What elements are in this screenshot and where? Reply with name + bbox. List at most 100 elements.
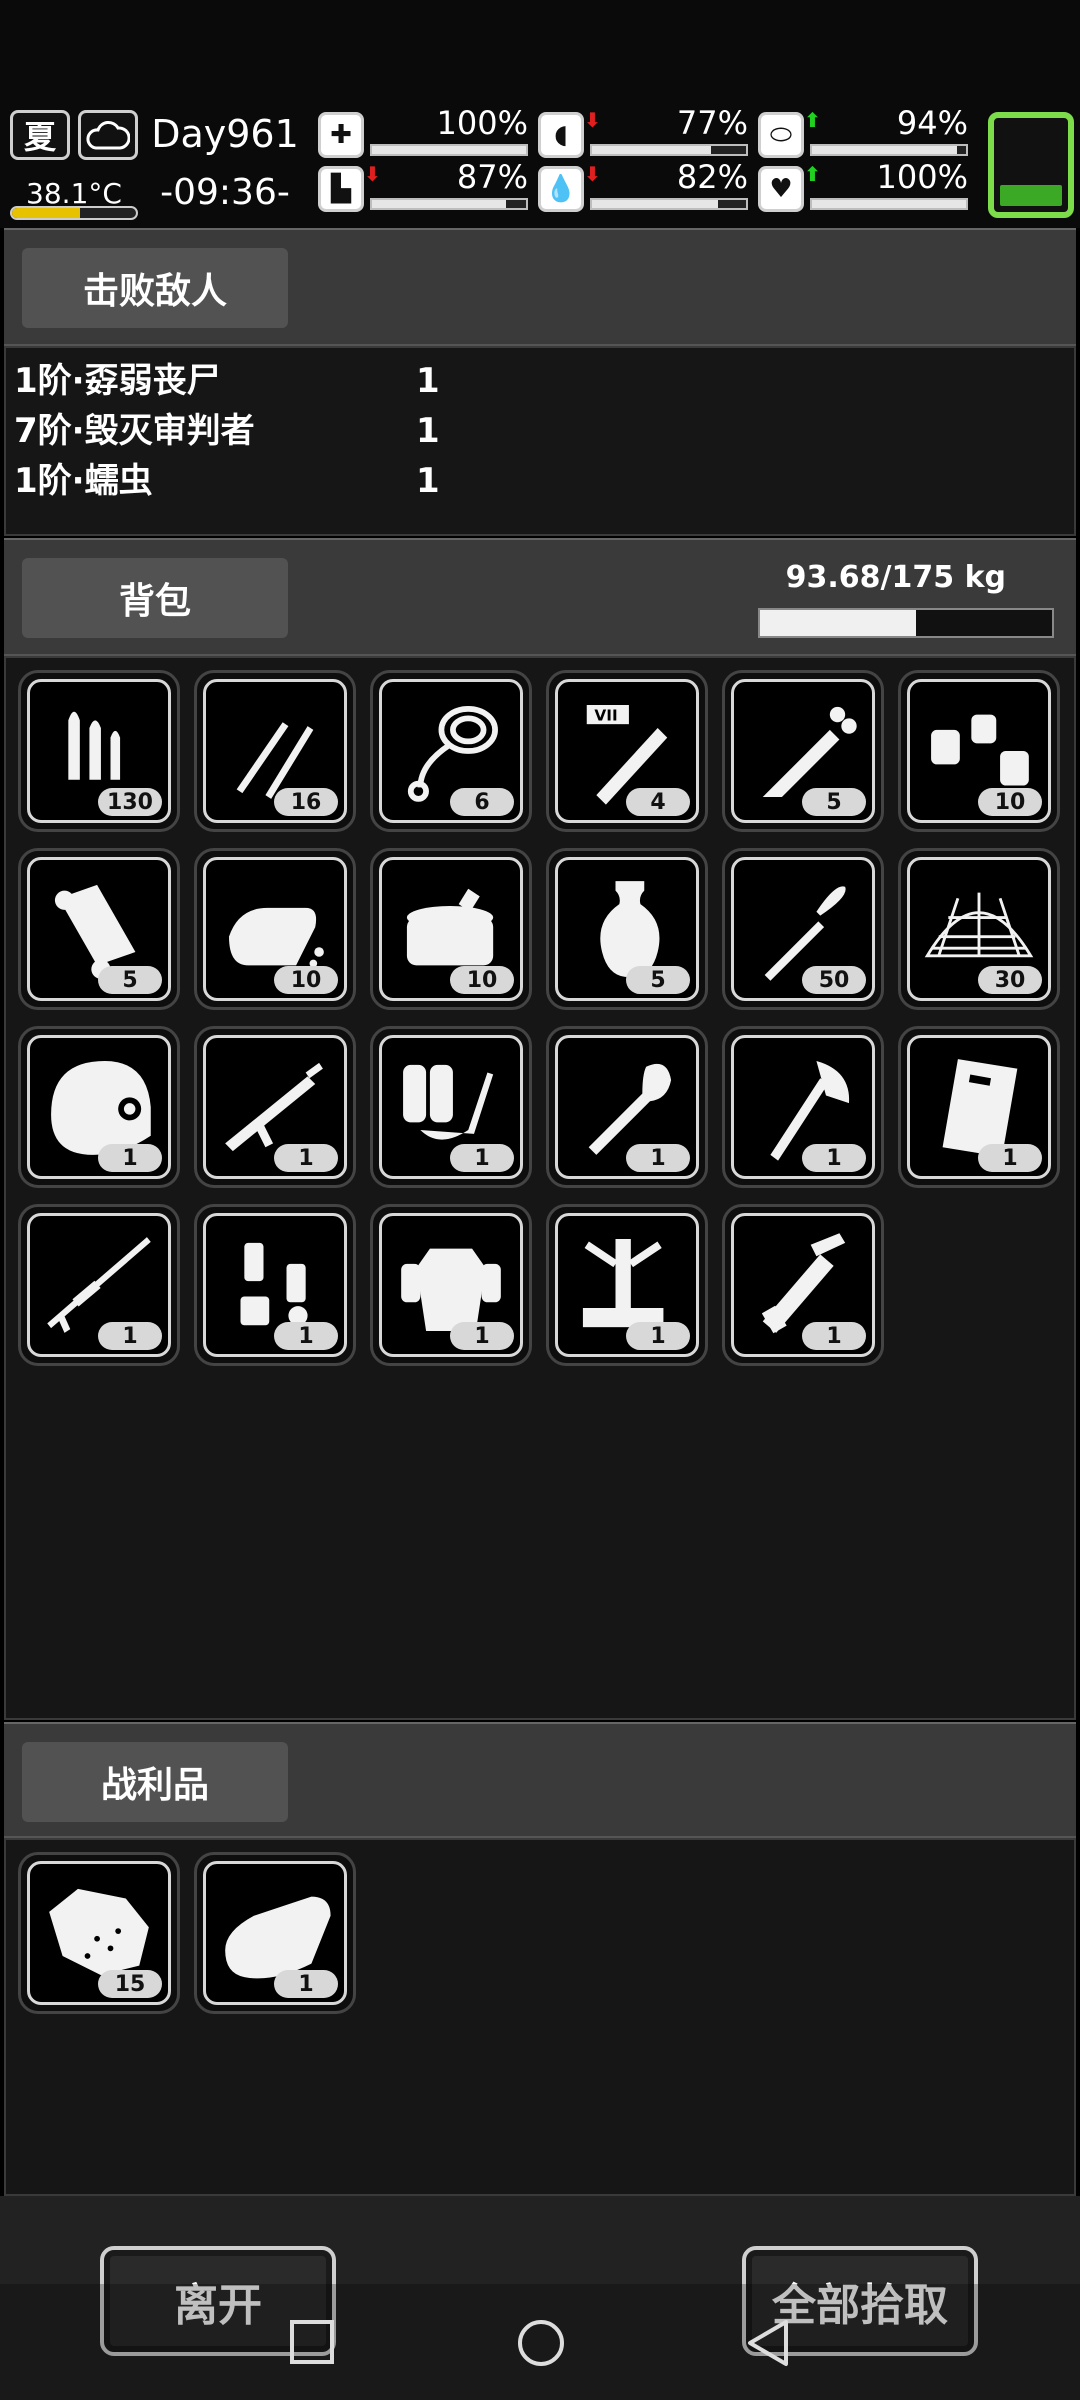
inventory-slot[interactable]: 30 <box>898 848 1060 1010</box>
enemies-tab[interactable]: 击败敌人 <box>22 248 288 328</box>
inventory-slot[interactable]: 1 <box>546 1026 708 1188</box>
season-badge: 夏 <box>10 110 70 160</box>
item-count-badge: 16 <box>274 788 338 816</box>
stat-bar-fill <box>372 200 506 208</box>
slot-frame: 1 <box>907 1035 1051 1179</box>
inventory-slot[interactable]: 10 <box>194 848 356 1010</box>
stat-mood: ♥ ⬆ 100% <box>758 158 968 214</box>
slot-frame: 1 <box>203 1213 347 1357</box>
cloud-icon <box>78 110 138 160</box>
inventory-slot[interactable]: 5 <box>722 670 884 832</box>
inventory-slot[interactable]: 130 <box>18 670 180 832</box>
inventory-slot[interactable]: 10 <box>370 848 532 1010</box>
slot-frame: 50 <box>731 857 875 1001</box>
inventory-slot[interactable]: 5 <box>18 848 180 1010</box>
item-count-badge: 1 <box>450 1322 514 1350</box>
slot-frame: 1 <box>731 1035 875 1179</box>
weight-bar <box>758 608 1054 638</box>
inventory-slot[interactable]: 1 <box>194 1852 356 2014</box>
stat-bar-fill <box>372 146 526 154</box>
arrow-down-icon: ⬇ <box>584 162 601 186</box>
stat-bar-fill <box>592 146 711 154</box>
backpack-section-header: 背包 <box>4 538 1076 656</box>
inventory-slot[interactable]: 1 <box>898 1026 1060 1188</box>
slot-frame: 6 <box>379 679 523 823</box>
inventory-slot[interactable]: 1 <box>546 1204 708 1366</box>
clock-time: -09:36- <box>160 172 290 213</box>
backpack-grid: 130 16 6 VII 4 5 10 5 10 10 5 50 30 1 1 1 1 1 1 1 1 1 1 1 <box>4 656 1076 1720</box>
system-nav-bar <box>0 2284 1080 2400</box>
inventory-slot[interactable]: VII 4 <box>546 670 708 832</box>
loot-section-header: 战利品 <box>4 1722 1076 1838</box>
enemy-name: 7阶·毁灭审判者 <box>14 411 255 451</box>
slot-frame: 130 <box>27 679 171 823</box>
stat-bar <box>370 198 528 210</box>
item-count-badge: 1 <box>274 1970 338 1998</box>
weight-bar-fill <box>760 610 917 636</box>
stomach-icon: ◖ <box>538 112 584 158</box>
inventory-slot[interactable]: 1 <box>370 1204 532 1366</box>
slot-frame: 5 <box>731 679 875 823</box>
triangle-back-icon[interactable] <box>742 2316 796 2370</box>
slot-frame: 30 <box>907 857 1051 1001</box>
inventory-slot[interactable]: 1 <box>370 1026 532 1188</box>
item-count-badge: 6 <box>450 788 514 816</box>
item-count-badge: 1 <box>626 1144 690 1172</box>
stat-bar-fill <box>592 200 719 208</box>
item-count-badge: 5 <box>98 966 162 994</box>
stat-bar <box>590 198 748 210</box>
enemy-name: 1阶·蠕虫 <box>14 461 153 501</box>
stat-bar <box>590 144 748 156</box>
item-count-badge: 10 <box>274 966 338 994</box>
item-count-badge: 1 <box>98 1322 162 1350</box>
inventory-slot[interactable]: 1 <box>18 1204 180 1366</box>
slot-frame: VII 4 <box>555 679 699 823</box>
inventory-slot[interactable]: 10 <box>898 670 1060 832</box>
inventory-slot[interactable]: 1 <box>722 1204 884 1366</box>
stat-bar <box>810 198 968 210</box>
inventory-slot[interactable]: 6 <box>370 670 532 832</box>
inventory-slot[interactable]: 16 <box>194 670 356 832</box>
stat-value: 100% <box>876 158 968 196</box>
inventory-slot[interactable]: 1 <box>18 1026 180 1188</box>
item-count-badge: 4 <box>626 788 690 816</box>
stat-value: 87% <box>456 158 528 196</box>
slot-frame: 1 <box>27 1035 171 1179</box>
stat-mental: ⬭ ⬆ 94% <box>758 104 968 160</box>
circle-icon[interactable] <box>514 2316 568 2370</box>
slot-frame: 16 <box>203 679 347 823</box>
inventory-slot[interactable]: 1 <box>722 1026 884 1188</box>
item-count-badge: 1 <box>450 1144 514 1172</box>
pill-icon: ⬭ <box>758 112 804 158</box>
square-icon[interactable] <box>286 2316 340 2370</box>
slot-frame: 5 <box>555 857 699 1001</box>
loot-grid: 15 1 <box>4 1838 1076 2196</box>
slot-frame: 1 <box>27 1213 171 1357</box>
enemy-count: 1 <box>416 411 440 451</box>
stat-bar-fill <box>812 200 966 208</box>
inventory-slot[interactable]: 50 <box>722 848 884 1010</box>
stat-value: 77% <box>676 104 748 142</box>
enemies-list: 1阶·孬弱丧尸 1 7阶·毁灭审判者 1 1阶·蠕虫 1 <box>4 346 1076 536</box>
loot-tab[interactable]: 战利品 <box>22 1742 288 1822</box>
inventory-slot[interactable]: 1 <box>194 1204 356 1366</box>
item-count-badge: 1 <box>274 1144 338 1172</box>
slot-frame: 1 <box>555 1213 699 1357</box>
heart-icon: ♥ <box>758 166 804 212</box>
slot-frame: 1 <box>379 1213 523 1357</box>
item-count-badge: 1 <box>802 1322 866 1350</box>
inventory-slot[interactable]: 1 <box>194 1026 356 1188</box>
item-count-badge: 30 <box>978 966 1042 994</box>
item-count-badge: 15 <box>98 1970 162 1998</box>
battery-indicator[interactable] <box>988 112 1074 218</box>
inventory-slot[interactable]: 5 <box>546 848 708 1010</box>
item-count-badge: 130 <box>98 788 162 816</box>
status-bar: 夏 38.1°C Day961 -09:36- ✚ 100% ◖ ⬇ 77% ⬭ ⬆ 94% ▙… <box>0 0 1080 228</box>
slot-frame: 10 <box>907 679 1051 823</box>
battery-fill <box>1000 185 1062 206</box>
inventory-slot[interactable]: 15 <box>18 1852 180 2014</box>
arrow-up-icon: ⬆ <box>804 162 821 186</box>
stat-value: 100% <box>436 104 528 142</box>
backpack-tab[interactable]: 背包 <box>22 558 288 638</box>
stat-value: 94% <box>896 104 968 142</box>
